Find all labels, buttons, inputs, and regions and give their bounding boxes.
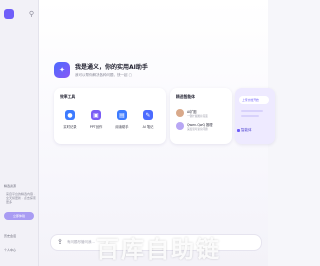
tool-realtime-record[interactable]: ● 实时记录 (60, 110, 80, 129)
tool-reading-assistant[interactable]: ▤ 阅读助手 (112, 110, 132, 129)
watermark-text: 百库自助链 (96, 237, 221, 263)
placeholder-line (241, 110, 263, 112)
tool-label: 实时记录 (63, 125, 77, 129)
chat-input-placeholder: 有问题尽管问我... (67, 240, 95, 244)
hero-title: 我是通义，你的实用AI助手 (75, 64, 148, 71)
sidebar-section-title: 精选资源 (4, 184, 17, 188)
note-icon: ✎ (143, 110, 153, 120)
tool-ai-notes[interactable]: ✎ AI 笔记 (138, 110, 158, 129)
presentation-icon: ▣ (91, 110, 101, 120)
assistant-avatar-icon: ✦ (54, 62, 70, 78)
sidebar: ⚲ 精选资源 来自平台的精选内容 · 全天候更新 · 点击探索更多 立即体验 历… (0, 0, 39, 266)
sidebar-header: ⚲ (4, 8, 34, 20)
agent-avatar (176, 109, 184, 117)
search-icon[interactable]: ⚲ (29, 10, 34, 18)
placeholder-line (241, 115, 259, 117)
agent-name: Qwen-QwQ 推理 (187, 122, 213, 127)
agent-desc: 一键扩展图片画面 (187, 114, 208, 118)
tools-card: 效率工具 ● 实时记录 ▣ PPT创作 ▤ 阅读助手 ✎ AI 笔记 (54, 88, 166, 144)
agent-item[interactable]: Qwen-QwQ 推理 深度思考复杂问题 (176, 121, 230, 131)
tool-ppt-create[interactable]: ▣ PPT创作 (86, 110, 106, 129)
agent-avatar (176, 122, 184, 130)
assistant-card[interactable]: 上传文档开始 智能体 (235, 88, 275, 144)
tool-label: 阅读助手 (115, 125, 129, 129)
tools-card-title: 效率工具 (60, 94, 76, 99)
tool-label: AI 笔记 (142, 125, 154, 129)
agent-desc: 深度思考复杂问题 (187, 127, 208, 131)
hero-subtitle: 我可以帮你解决各种问题，快一起 ▢ (75, 73, 132, 77)
book-icon: ▤ (117, 110, 127, 120)
agent-item[interactable]: AI扩图 一键扩展图片画面 (176, 108, 230, 118)
tool-label: PPT创作 (89, 125, 103, 129)
sidebar-item-profile[interactable]: 个人中心 (4, 248, 16, 252)
assistant-label: 智能体 (241, 128, 252, 132)
sidebar-item-history[interactable]: 历史会话 (4, 234, 16, 238)
sidebar-description: 来自平台的精选内容 · 全天候更新 · 点击探索更多 (6, 192, 36, 204)
agent-icon (237, 129, 240, 132)
app-logo-icon (4, 9, 14, 19)
microphone-icon: ● (65, 110, 75, 120)
welcome-hero: ✦ 我是通义，你的实用AI助手 我可以帮你解决各种问题，快一起 ▢ (54, 62, 148, 78)
sidebar-cta-button[interactable]: 立即体验 (4, 212, 34, 220)
assistant-bubble: 上传文档开始 (239, 96, 269, 104)
agents-card-title: 精选智能体 (176, 94, 195, 99)
upload-icon[interactable]: ⇪ (57, 238, 63, 246)
agents-card: 精选智能体 AI扩图 一键扩展图片画面 Qwen-QwQ 推理 深度思考复杂问题 (170, 88, 232, 144)
